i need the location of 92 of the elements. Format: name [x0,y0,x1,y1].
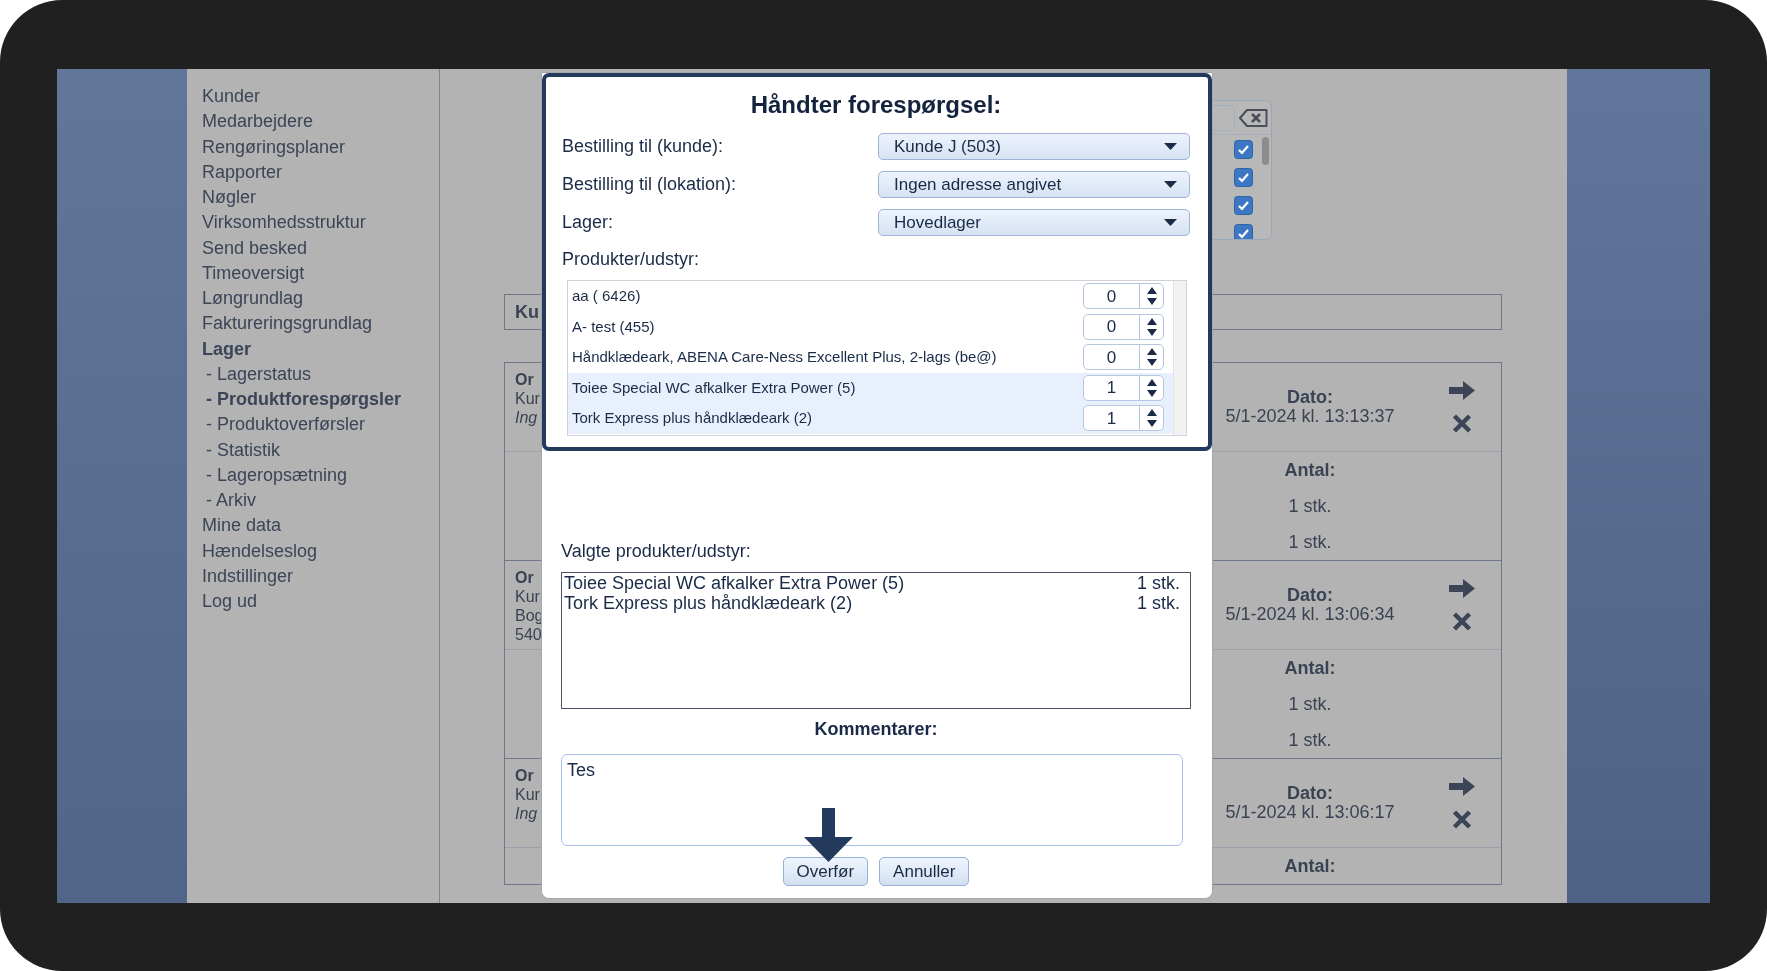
sidebar-item[interactable]: Hændelseslog [202,538,318,564]
checkbox[interactable] [1234,139,1253,159]
sidebar-item[interactable]: Virksomhedsstruktur [202,210,366,236]
sidebar-item[interactable]: Nøgler [202,185,256,211]
sidebar-item[interactable]: - Produktforespørgsler [206,387,402,413]
product-name: Tork Express plus håndklædeark (2) [572,409,813,427]
number-field[interactable]: 0 [1083,283,1164,310]
date-label: Dato: [1287,784,1333,803]
transfer-button[interactable]: Overfør [782,857,869,886]
date-label: Dato: [1287,586,1333,605]
order-text: Kur [515,587,540,606]
cross-icon[interactable] [1452,612,1472,631]
date-label: Dato: [1287,388,1333,407]
field-label: Bestilling til (kunde): [562,136,724,156]
sidebar-item[interactable]: Timeoversigt [202,260,305,286]
selected-product-name: Tork Express plus håndklædeark (2) [564,593,853,613]
stepper-icon[interactable] [1145,408,1158,429]
sidebar-item[interactable]: Medarbejdere [202,109,314,135]
caret-icon[interactable] [1164,143,1177,150]
section-label: Kommentarer: [814,718,938,741]
down-arrow-icon [804,808,853,862]
quantity-text: 1 stk. [1288,531,1332,554]
quantity-text: 1 stk. [1288,495,1332,518]
selected-product-quantity: 1 stk. [1137,593,1180,613]
stepper-icon[interactable] [1145,377,1158,398]
checkbox[interactable] [1234,195,1253,215]
dropdown[interactable]: Ingen adresse angivet [878,171,1190,198]
dialog-title: Håndter forespørgsel: [750,90,1002,120]
number-field[interactable]: 1 [1083,374,1164,401]
stepper-icon[interactable] [1145,286,1158,307]
quantity-text: 1 stk. [1288,729,1332,752]
field-label: Lager: [562,212,614,232]
order-text: 540 [515,625,542,644]
quantity-text: 1 stk. [1288,693,1332,716]
sidebar-item[interactable]: Lager [202,336,252,362]
stepper-icon[interactable] [1145,347,1158,368]
cross-icon[interactable] [1452,414,1472,433]
order-title: Or [515,766,534,785]
sidebar-item[interactable]: Rapporter [202,159,283,185]
date-text: 5/1-2024 kl. 13:06:34 [1225,605,1395,624]
section-label: Produkter/udstyr: [562,248,700,271]
clear-icon[interactable] [1239,108,1268,127]
number-field[interactable]: 0 [1083,313,1164,340]
arrow-right-icon[interactable] [1449,579,1475,598]
cancel-button[interactable]: Annuller [879,857,970,886]
date-text: 5/1-2024 kl. 13:06:17 [1225,803,1395,822]
comment-field[interactable]: Tes [561,754,1183,846]
dropdown[interactable]: Kunde J (503) [878,133,1190,160]
arrow-right-icon[interactable] [1449,777,1475,796]
checkbox[interactable] [1234,167,1253,187]
field-label: Bestilling til (lokation): [562,174,737,194]
product-name: Toiee Special WC afkalker Extra Power (5) [572,378,856,396]
stepper-icon[interactable] [1145,316,1158,337]
caret-icon[interactable] [1164,181,1177,188]
caret-icon[interactable] [1164,219,1177,226]
order-text: Ing [515,804,538,823]
date-text: 5/1-2024 kl. 13:13:37 [1225,407,1395,426]
sidebar-item[interactable]: - Statistik [206,437,280,463]
arrow-right-icon[interactable] [1449,381,1475,400]
section-label: Valgte produkter/udstyr: [561,540,751,563]
number-field[interactable]: 1 [1083,405,1164,432]
sidebar-item[interactable]: Indstillinger [202,563,294,589]
dropdown[interactable]: Hovedlager [878,209,1190,236]
sidebar-item[interactable]: Mine data [202,513,282,539]
sidebar-item[interactable]: Kunder [202,84,261,110]
sidebar-item[interactable]: - Lagerstatus [206,361,312,387]
selected-product-quantity: 1 stk. [1137,573,1180,593]
sidebar-item[interactable]: - Lageropsætning [206,462,348,488]
product-row[interactable]: Toiee Special WC afkalker Extra Power (5) 1 [568,372,1173,403]
sidebar-item[interactable]: Løngrundlag [202,286,304,312]
product-name: Håndklædeark, ABENA Care-Ness Excellent Plus, 2-lags (be@) [572,348,997,366]
sidebar-item[interactable]: Faktureringsgrundlag [202,311,373,337]
sidebar-item[interactable]: Rengøringsplaner [202,134,346,160]
quantity-label: Antal: [1284,459,1336,482]
order-text: Kur [515,785,540,804]
selected-product-name: Toiee Special WC afkalker Extra Power (5) [564,573,905,593]
sidebar-item[interactable]: Log ud [202,589,258,615]
sidebar-item[interactable]: - Produktoverførsler [206,412,366,438]
product-row[interactable]: Tork Express plus håndklædeark (2) 1 [568,403,1173,434]
quantity-label: Antal: [1284,855,1336,878]
scrollbar-thumb[interactable] [1262,137,1269,165]
order-text: Kur [515,389,540,408]
checkbox[interactable] [1234,223,1253,239]
quantity-label: Antal: [1284,657,1336,680]
sidebar-item[interactable]: Send besked [202,235,308,261]
scrollbar-track[interactable] [1173,281,1186,435]
number-field[interactable]: 0 [1083,344,1164,371]
cross-icon[interactable] [1452,810,1472,829]
order-text: Ing [515,408,538,427]
order-title: Or [515,568,534,587]
sidebar-item[interactable]: - Arkiv [206,488,256,514]
order-title: Or [515,370,534,389]
